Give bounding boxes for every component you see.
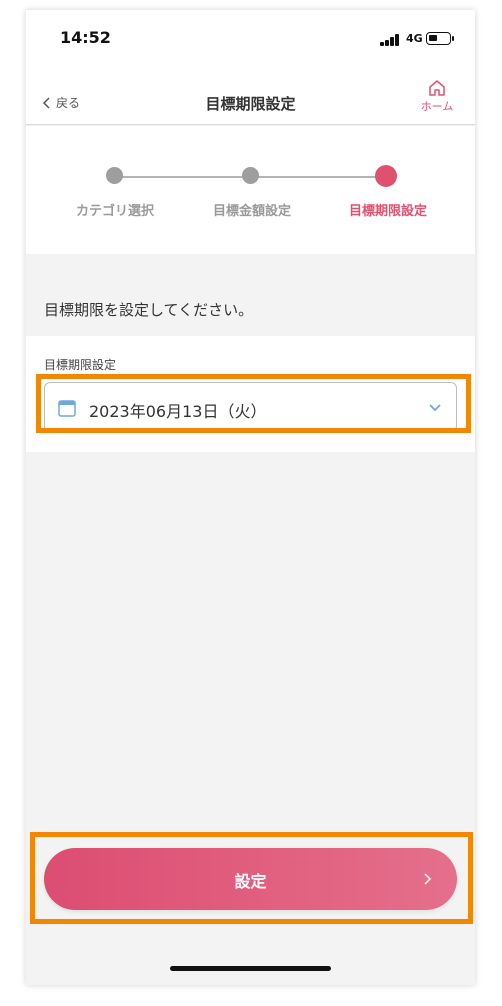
step-connector — [250, 176, 386, 178]
home-label: ホーム — [420, 100, 454, 113]
set-button-label: 設定 — [234, 872, 267, 891]
field-label: 目標期限設定 — [44, 358, 117, 372]
step-dot-2 — [242, 167, 259, 184]
home-icon — [429, 80, 445, 96]
signal-icon — [380, 34, 402, 46]
step-dot-3-active — [375, 165, 397, 187]
step-label-amount: 目標金額設定 — [212, 204, 292, 219]
phone-screen: 14:52 4G 戻る 目標期限設定 ホーム カテゴリ選択 目標金額設定 目標期… — [26, 10, 475, 985]
chevron-right-icon — [424, 873, 432, 885]
instruction-text: 目標期限を設定してください。 — [44, 301, 254, 319]
set-button[interactable]: 設定 — [44, 848, 457, 910]
date-value: 2023年06月13日（火） — [89, 402, 267, 421]
date-picker-select[interactable]: 2023年06月13日（火） — [44, 382, 457, 432]
status-bar: 14:52 4G — [26, 10, 475, 68]
battery-icon — [426, 32, 454, 45]
step-connector — [114, 176, 250, 178]
calendar-icon — [58, 400, 76, 417]
chevron-down-icon — [429, 404, 441, 412]
step-label-deadline: 目標期限設定 — [348, 204, 428, 219]
step-dot-1 — [106, 167, 123, 184]
progress-stepper: カテゴリ選択 目標金額設定 目標期限設定 — [26, 126, 475, 254]
step-label-category: カテゴリ選択 — [75, 204, 155, 219]
status-time: 14:52 — [60, 28, 111, 47]
deadline-form: 目標期限設定 2023年06月13日（火） — [26, 336, 475, 452]
home-indicator[interactable] — [170, 966, 331, 971]
network-type: 4G — [406, 32, 423, 45]
page-title: 目標期限設定 — [205, 95, 296, 113]
home-button[interactable]: ホーム — [417, 79, 457, 114]
navigation-bar: 戻る 目標期限設定 ホーム — [26, 68, 475, 125]
